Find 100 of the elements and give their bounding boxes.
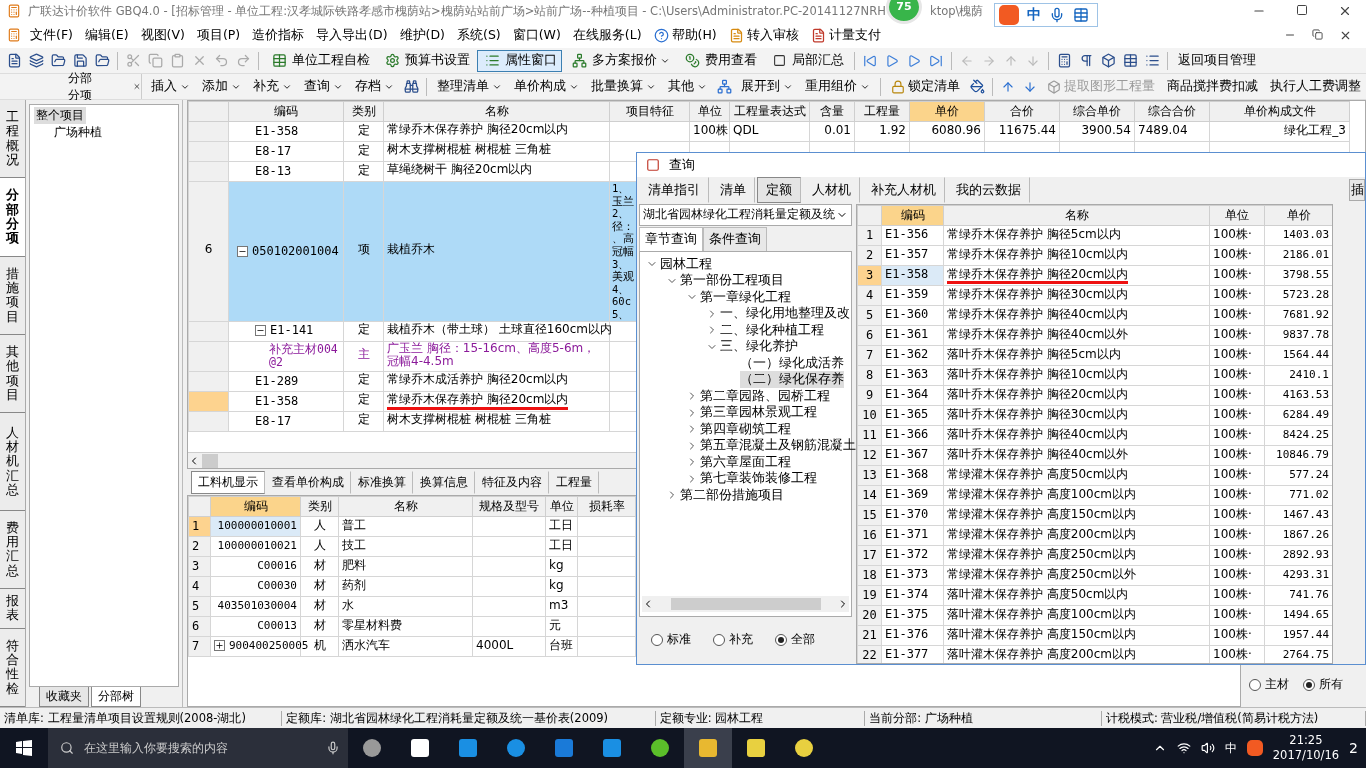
row-header[interactable]: 21 <box>857 625 882 646</box>
tab[interactable]: 分部树 <box>91 687 141 707</box>
restore-icon[interactable] <box>1296 4 1308 16</box>
tab[interactable]: 章节查询 <box>639 227 703 252</box>
row-header[interactable]: 15 <box>857 505 882 526</box>
row-header[interactable]: 7 <box>188 636 211 657</box>
menu-item[interactable]: 文件(F) <box>24 26 79 44</box>
tab[interactable]: 查看单价构成 <box>265 470 351 494</box>
toolbar-button[interactable]: 重用组价 <box>800 75 875 98</box>
side-tab[interactable]: 报表 <box>0 589 25 629</box>
side-tab[interactable]: 费用汇总 <box>0 510 25 590</box>
tree-item[interactable]: 第七章装饰装修工程 <box>700 470 817 488</box>
network-icon[interactable] <box>1176 741 1191 755</box>
column-header[interactable]: 单位 <box>689 101 730 122</box>
row-header[interactable]: 2 <box>188 536 211 557</box>
filter-radio[interactable]: 所有 <box>1303 676 1343 693</box>
side-tab[interactable]: 分部分项 <box>0 178 25 257</box>
column-header[interactable]: 单位 <box>1209 205 1265 226</box>
tree-item[interactable]: 整个项目 <box>34 107 86 124</box>
input-method-text[interactable]: 中 <box>1224 739 1237 757</box>
tree-item[interactable]: 第四章砌筑工程 <box>700 420 791 438</box>
toolbar-button[interactable]: 单价构成 <box>509 75 584 98</box>
row-header[interactable]: 6 <box>188 181 229 322</box>
row-header[interactable]: 5 <box>188 596 211 617</box>
row-header[interactable]: 14 <box>857 485 882 506</box>
menu-item[interactable]: 项目(P) <box>190 26 247 44</box>
tree-item[interactable]: 三、绿化养护 <box>720 338 798 356</box>
menu-item[interactable]: 转入审核 <box>722 26 805 44</box>
toolbar-button[interactable]: 批量换算 <box>586 75 661 98</box>
column-header[interactable]: 类别 <box>343 101 384 122</box>
tree-item[interactable]: 第二部份措施项目 <box>680 486 784 504</box>
clock[interactable]: 21:25 2017/10/16 <box>1272 733 1340 763</box>
row-header[interactable]: 2 <box>857 245 882 266</box>
column-header[interactable]: 规格及型号 <box>472 496 546 517</box>
column-header[interactable]: 损耗率 <box>577 496 636 517</box>
toolbar-button[interactable]: 执行人工费调整 <box>1265 75 1366 98</box>
row-header[interactable]: 11 <box>857 425 882 446</box>
row-header[interactable]: 4 <box>857 285 882 306</box>
toolbar-button[interactable]: 返回项目管理 <box>1173 49 1261 72</box>
notification-count[interactable]: 2 <box>1349 740 1358 756</box>
side-tab[interactable]: 措施项目 <box>0 256 25 335</box>
volume-icon[interactable] <box>1200 741 1215 755</box>
restore-icon[interactable] <box>1312 28 1323 40</box>
side-tab[interactable]: 人材机汇总 <box>0 413 25 511</box>
column-header[interactable]: 单价 <box>1264 205 1332 226</box>
toolbar-button[interactable]: 商品搅拌费扣减 <box>1162 75 1263 98</box>
microphone-icon[interactable] <box>1049 7 1065 23</box>
row-header[interactable]: 16 <box>857 525 882 546</box>
toolbar-button[interactable]: 插入 <box>146 75 195 98</box>
toolbar-button[interactable]: 添加 <box>197 75 246 98</box>
toolbar-button[interactable]: 展开到 <box>736 75 798 98</box>
side-tab[interactable]: 符合性检 <box>0 628 25 708</box>
row-header[interactable]: 19 <box>857 585 882 606</box>
menu-item[interactable]: 编辑(E) <box>78 26 135 44</box>
tree-item[interactable]: 园林工程 <box>660 255 712 273</box>
toolbar-button[interactable]: 整理清单 <box>432 75 507 98</box>
menu-item[interactable]: 导入导出(D) <box>310 26 394 44</box>
toolbar-button[interactable]: 其他 <box>663 75 712 98</box>
tree-item[interactable]: 第六章屋面工程 <box>700 453 791 471</box>
row-header[interactable]: 1 <box>857 225 882 246</box>
microphone-icon[interactable] <box>326 741 340 755</box>
tab[interactable]: 收藏夹 <box>39 687 89 707</box>
tree-item[interactable]: （一）绿化成活养 <box>740 354 844 372</box>
menu-item[interactable]: 视图(V) <box>134 26 191 44</box>
row-header[interactable]: 4 <box>188 576 211 597</box>
row-header[interactable]: 5 <box>857 305 882 326</box>
column-header[interactable]: 单价构成文件 <box>1209 101 1350 122</box>
tab[interactable]: 清单 <box>711 176 755 203</box>
tree-item[interactable]: 第三章园林景观工程 <box>700 404 817 422</box>
scope-radio[interactable]: 补充 <box>713 631 753 648</box>
toolbar-button[interactable]: 补充 <box>248 75 297 98</box>
row-header[interactable]: 20 <box>857 605 882 626</box>
tree-item[interactable]: 第一章绿化工程 <box>700 288 791 306</box>
tree-item[interactable]: 第一部份工程项目 <box>680 272 784 290</box>
column-header[interactable]: 含量 <box>809 101 855 122</box>
column-header[interactable]: 综合合价 <box>1134 101 1210 122</box>
tab[interactable]: 我的云数据 <box>947 176 1030 203</box>
menu-item[interactable]: 系统(S) <box>451 26 507 44</box>
menu-item[interactable]: 窗口(W) <box>506 26 567 44</box>
column-header[interactable]: 工程量 <box>854 101 910 122</box>
search-field[interactable]: 在这里输入你要搜索的内容 <box>48 728 348 768</box>
row-header[interactable]: 10 <box>857 405 882 426</box>
column-header[interactable]: 名称 <box>338 496 473 517</box>
side-tab[interactable]: 工程概况 <box>0 100 25 179</box>
column-header[interactable]: 编码 <box>228 101 344 122</box>
partial-summary-checkbox[interactable]: 局部汇总 <box>764 49 849 72</box>
tab[interactable]: 标准换算 <box>351 470 413 494</box>
toolbar-button[interactable]: 锁定清单 <box>886 75 965 98</box>
keyboard-icon[interactable] <box>1073 7 1089 23</box>
row-header[interactable]: 12 <box>857 445 882 466</box>
column-header[interactable]: 综合单价 <box>1059 101 1135 122</box>
toolbar-button[interactable]: 查询 <box>299 75 348 98</box>
insert-button[interactable]: 插 <box>1349 178 1365 201</box>
close-icon[interactable] <box>1338 4 1352 18</box>
collapse-icon[interactable] <box>237 245 248 257</box>
row-header[interactable]: 8 <box>857 365 882 386</box>
library-dropdown[interactable]: 湖北省园林绿化工程消耗量定额及统 <box>639 204 852 226</box>
filter-radio[interactable]: 主材 <box>1249 676 1289 693</box>
sogou-icon[interactable] <box>1246 740 1263 756</box>
toolbar-button[interactable]: 属性窗口 <box>477 49 562 72</box>
